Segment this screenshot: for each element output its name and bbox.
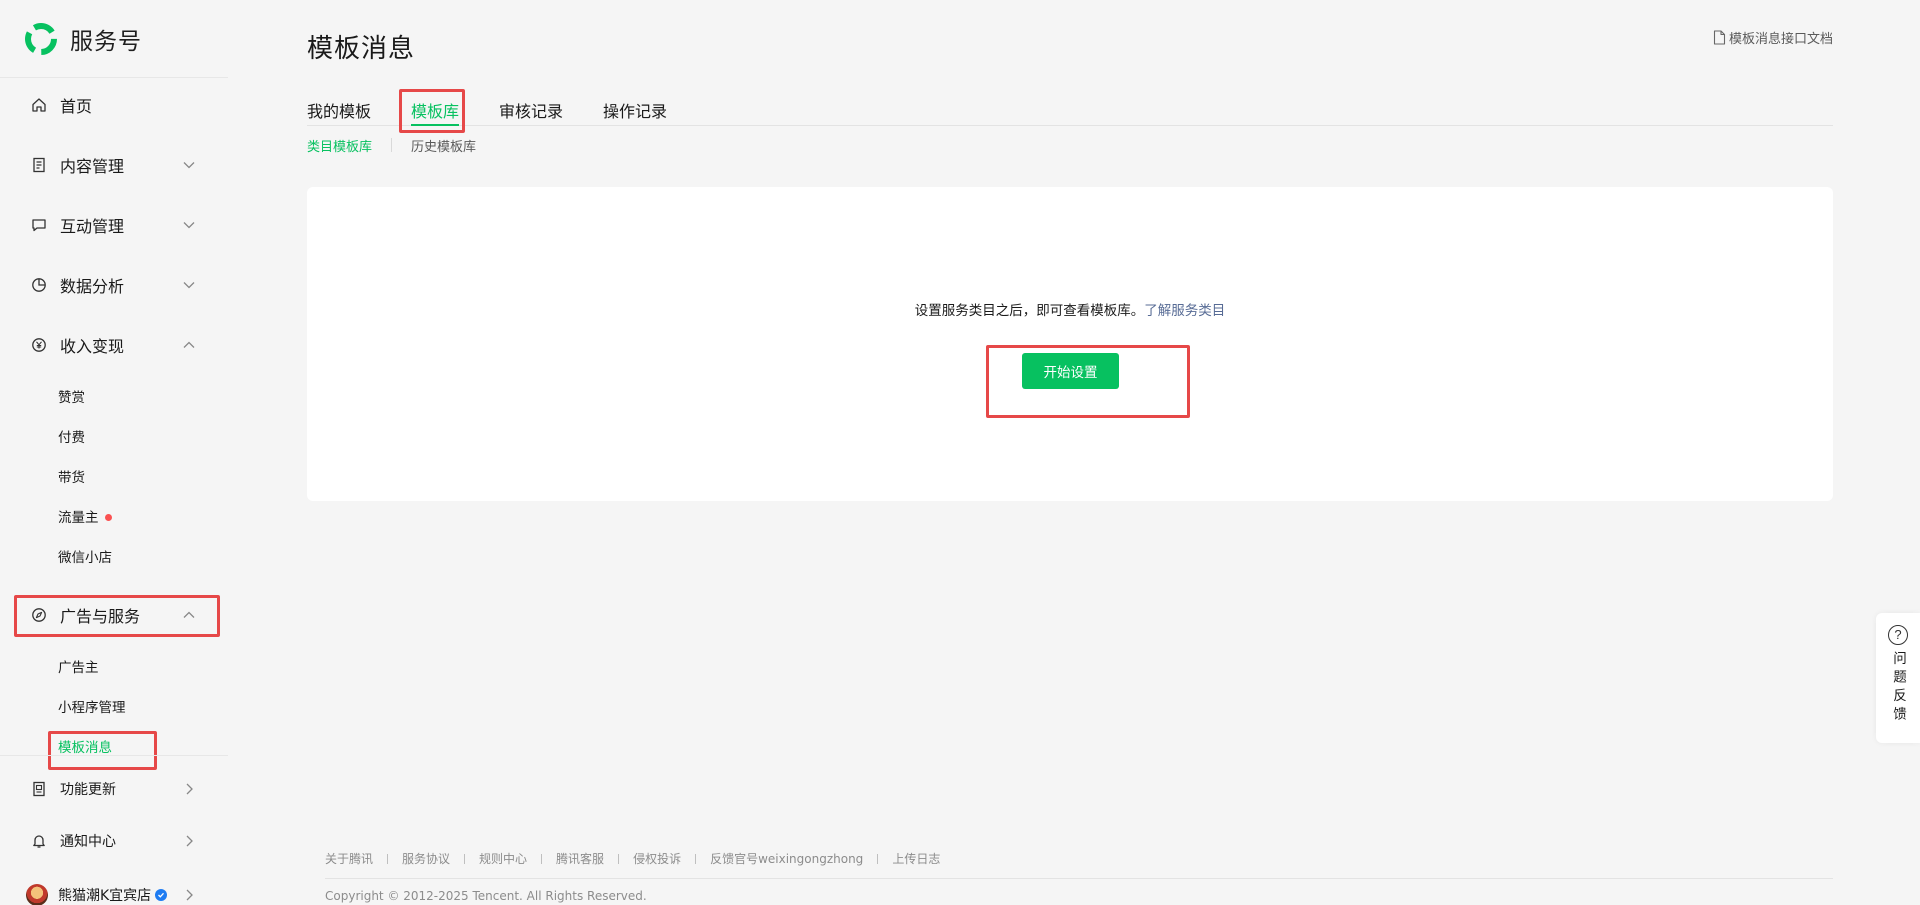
sidebar-item-ads-services[interactable]: 广告与服务 (14, 595, 220, 635)
sidebar-subitem-advertiser[interactable]: 广告主 (58, 656, 99, 680)
sidebar-subitem-template-message[interactable]: 模板消息 (58, 736, 112, 760)
chevron-down-icon (183, 282, 195, 289)
update-log-icon (30, 780, 48, 798)
notification-dot (104, 513, 112, 521)
start-setup-button[interactable]: 开始设置 (1022, 353, 1119, 389)
footer-link-about[interactable]: 关于腾讯 (325, 850, 373, 867)
sidebar-subitem-label: 流量主 (58, 510, 99, 526)
subtab-divider (391, 138, 393, 152)
sidebar-item-label: 内容管理 (60, 157, 125, 176)
chevron-right-icon (186, 783, 193, 795)
sidebar-item-data-analysis[interactable]: 数据分析 (14, 265, 220, 305)
sidebar-item-feature-updates[interactable]: 功能更新 (14, 769, 220, 809)
page-title: 模板消息 (307, 34, 416, 64)
brand-logo-icon (25, 22, 57, 55)
sidebar-item-label: 收入变现 (60, 337, 125, 356)
sidebar-subitem-paid[interactable]: 付费 (58, 426, 85, 450)
subtab-history-library[interactable]: 历史模板库 (411, 136, 476, 155)
sidebar-item-label: 数据分析 (60, 277, 125, 296)
sidebar-item-monetization[interactable]: 收入变现 (14, 325, 220, 365)
footer-divider (695, 853, 697, 864)
chat-bubble-icon (30, 216, 48, 234)
sidebar: 服务号 首页 内容管理 互动管理 数据分析 收入变现 赞赏 付费 带货 流量主 … (0, 0, 228, 905)
chevron-down-icon (183, 222, 195, 229)
brand[interactable]: 服务号 (0, 0, 228, 78)
footer-divider (387, 853, 389, 864)
footer-link-upload-log[interactable]: 上传日志 (892, 850, 940, 867)
footer-divider (618, 853, 620, 864)
doc-link-label: 模板消息接口文档 (1728, 32, 1833, 47)
sidebar-item-label: 互动管理 (60, 217, 125, 236)
footer-divider (541, 853, 543, 864)
document-icon (1713, 30, 1726, 45)
tab-my-templates[interactable]: 我的模板 (307, 98, 371, 126)
tab-template-library[interactable]: 模板库 (411, 98, 460, 126)
footer-divider (464, 853, 466, 864)
chevron-right-icon (186, 835, 193, 847)
subtab-category-library[interactable]: 类目模板库 (307, 136, 372, 155)
footer-link-rules[interactable]: 规则中心 (479, 850, 527, 867)
main-content: 模板消息 模板消息接口文档 我的模板 模板库 审核记录 操作记录 类目模板库 历… (307, 0, 1833, 905)
chevron-up-icon (183, 341, 195, 348)
footer-link-infringement[interactable]: 侵权投诉 (633, 850, 681, 867)
pie-chart-icon (30, 276, 48, 294)
sidebar-subitem-miniprogram[interactable]: 小程序管理 (58, 696, 126, 720)
footer-divider (877, 853, 879, 864)
bell-icon (30, 832, 48, 850)
footer-link-feedback-account[interactable]: 反馈官号weixingongzhong (710, 850, 863, 867)
empty-state-message: 设置服务类目之后，即可查看模板库。了解服务类目 (307, 299, 1833, 319)
avatar (26, 884, 48, 905)
empty-state-text: 设置服务类目之后，即可查看模板库。 (914, 303, 1145, 319)
sidebar-subitem-reward[interactable]: 赞赏 (58, 386, 85, 410)
sidebar-item-interaction-mgmt[interactable]: 互动管理 (14, 205, 220, 245)
chevron-right-icon (186, 889, 193, 901)
copyright: Copyright © 2012-2025 Tencent. All Right… (325, 889, 647, 903)
sidebar-account[interactable]: 熊猫潮K宜宾店 (14, 875, 220, 905)
home-icon (30, 96, 48, 114)
tab-operation-records[interactable]: 操作记录 (603, 98, 667, 126)
footer-divider-line (325, 878, 1833, 879)
sidebar-item-notifications[interactable]: 通知中心 (14, 821, 220, 861)
feedback-float-button[interactable]: ? 问题反馈 (1876, 613, 1920, 743)
sidebar-item-home[interactable]: 首页 (14, 85, 220, 125)
sidebar-subitem-traffic-owner[interactable]: 流量主 (58, 506, 112, 530)
brand-name: 服务号 (70, 28, 142, 55)
sidebar-item-label: 广告与服务 (60, 607, 141, 626)
compass-icon (30, 606, 48, 624)
sidebar-subitem-wechat-shop[interactable]: 微信小店 (58, 546, 112, 570)
sidebar-item-content-mgmt[interactable]: 内容管理 (14, 145, 220, 185)
yuan-coin-icon (30, 336, 48, 354)
doc-link[interactable]: 模板消息接口文档 (1713, 28, 1833, 47)
sidebar-item-label: 通知中心 (60, 834, 116, 850)
account-name: 熊猫潮K宜宾店 (58, 888, 152, 904)
empty-state-card: 设置服务类目之后，即可查看模板库。了解服务类目 开始设置 (307, 187, 1833, 501)
tab-review-records[interactable]: 审核记录 (499, 98, 563, 126)
subtab-bar: 类目模板库 历史模板库 (307, 136, 476, 155)
document-icon (30, 156, 48, 174)
chevron-up-icon (183, 611, 195, 618)
footer-link-agreement[interactable]: 服务协议 (402, 850, 450, 867)
sidebar-item-label: 功能更新 (60, 782, 116, 798)
tab-bar: 我的模板 模板库 审核记录 操作记录 (307, 96, 1833, 126)
verified-badge-icon (155, 889, 168, 901)
feedback-label: 问题反馈 (1890, 651, 1906, 725)
footer-link-support[interactable]: 腾讯客服 (556, 850, 604, 867)
sidebar-subitem-commerce[interactable]: 带货 (58, 466, 85, 490)
footer-links: 关于腾讯 服务协议 规则中心 腾讯客服 侵权投诉 反馈官号weixingongz… (325, 850, 940, 867)
chevron-down-icon (183, 162, 195, 169)
question-icon: ? (1888, 625, 1908, 645)
sidebar-item-label: 首页 (60, 97, 93, 116)
learn-service-category-link[interactable]: 了解服务类目 (1144, 303, 1225, 319)
sidebar-divider (0, 755, 228, 756)
